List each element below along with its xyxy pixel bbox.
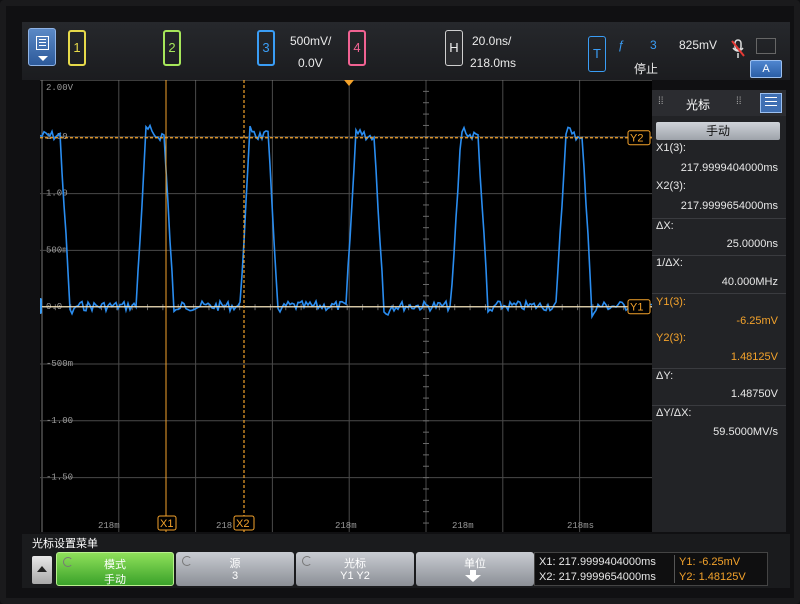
y1-label: Y1(3): <box>656 296 686 308</box>
x-axis-label: 218m <box>452 521 474 531</box>
source-softkey[interactable]: 源 3 <box>176 552 294 586</box>
channel-3-offset[interactable]: 0.0V <box>298 56 323 70</box>
cursor-panel-title: 光标 <box>686 98 711 112</box>
delta-x-value: 25.0000ns <box>726 238 778 250</box>
delta-y-value: 1.48750V <box>730 388 778 400</box>
panel-menu-button[interactable] <box>760 93 782 113</box>
source-softkey-value: 3 <box>231 570 239 582</box>
source-softkey-label: 源 <box>229 558 241 570</box>
top-toolbar: 1 2 3 500mV/ 0.0V 4 H 20.0ns/ 218.0ms T … <box>22 22 790 80</box>
waveform-display: 2.00V1.501.00500m0.0-500m-1.00-1.50218m 2… <box>40 80 652 532</box>
time-scale[interactable]: 20.0ns/ <box>472 34 511 48</box>
arrow-down-icon <box>465 570 481 582</box>
cursor-panel-header: ⁞⁞ 光标 ⁞⁞ <box>652 90 786 116</box>
x1-label: X1(3): <box>656 142 686 154</box>
drag-handle-icon[interactable]: ⁞⁞ <box>736 96 742 107</box>
cursor-y2-label: Y2 <box>630 133 643 145</box>
x2-value: 217.9999654000ms <box>680 200 778 212</box>
dy-dx-value: 59.5000MV/s <box>713 426 778 438</box>
network-icon <box>756 38 776 54</box>
chevron-down-icon <box>38 56 48 61</box>
cursor-mode-button[interactable]: 手动 <box>656 122 780 140</box>
channel-2-button[interactable]: 2 <box>163 30 181 66</box>
drag-handle-icon[interactable]: ⁞⁞ <box>658 96 664 107</box>
auto-scale-button[interactable]: A <box>750 60 782 78</box>
cursors-softkey-value: Y1 Y2 <box>340 570 370 582</box>
mode-softkey-value: 手动 <box>104 574 126 586</box>
time-delay[interactable]: 218.0ms <box>470 56 516 70</box>
readout-y2: Y2: 1.48125V <box>679 571 746 583</box>
y-axis-label: -1.00 <box>46 416 73 426</box>
readout-x1: X1: 217.9999404000ms <box>539 556 656 568</box>
microphone-muted-icon[interactable] <box>730 38 746 62</box>
y-axis-label: -1.50 <box>46 473 73 483</box>
x1-value: 217.9999404000ms <box>680 162 778 174</box>
cursor-readout: X1: 217.9999404000ms X2: 217.9999654000m… <box>534 552 768 586</box>
trigger-source: 3 <box>650 38 657 52</box>
inv-delta-x-label: 1/ΔX: <box>656 257 683 269</box>
y-axis-label: -500m <box>46 359 73 369</box>
x-axis-label: 218ms <box>567 521 594 531</box>
readout-y1: Y1: -6.25mV <box>679 556 741 568</box>
mode-softkey[interactable]: 模式 手动 <box>56 552 174 586</box>
horizontal-button[interactable]: H <box>445 30 463 66</box>
x-axis-label: 218m <box>98 521 120 531</box>
dy-dx-label: ΔY/ΔX: <box>656 407 692 419</box>
mode-softkey-label: 模式 <box>104 559 126 571</box>
cursor-x1-label: X1 <box>160 518 173 530</box>
readout-x2: X2: 217.9999654000ms <box>539 571 656 583</box>
channel-3-button[interactable]: 3 <box>257 30 275 66</box>
waveform-graticule[interactable]: 2.00V 1.50 1.00 500m 0.0 -500m -1.00 -1.50 218m 2… <box>40 80 652 532</box>
channel-3-scale[interactable]: 500mV/ <box>290 34 331 48</box>
cursor-panel: ⁞⁞ 光标 ⁞⁞ 手动 X1(3): 217.9999404000ms X2(3… <box>652 90 786 532</box>
delta-y-label: ΔY: <box>656 370 674 382</box>
inv-delta-x-value: 40.000MHz <box>721 276 778 288</box>
y2-value: 1.48125V <box>730 351 778 363</box>
softkey-menu-title: 光标设置菜单 <box>32 538 98 550</box>
channel-1-button[interactable]: 1 <box>68 30 86 66</box>
x-axis-label: 218 <box>216 521 232 531</box>
rising-edge-icon: ƒ <box>618 38 625 52</box>
menu-icon <box>36 36 49 50</box>
run-state: 停止 <box>634 62 659 76</box>
y2-label: Y2(3): <box>656 332 686 344</box>
y-axis-label: 500m <box>46 245 68 255</box>
cursors-softkey-label: 光标 <box>344 558 366 570</box>
x-axis-label: 218m <box>335 521 357 531</box>
oscilloscope-screen: 1 2 3 500mV/ 0.0V 4 H 20.0ns/ 218.0ms T … <box>0 0 800 604</box>
units-softkey[interactable]: 单位 <box>416 552 534 586</box>
y1-value: -6.25mV <box>736 315 778 327</box>
trigger-button[interactable]: T <box>588 36 606 72</box>
delta-x-label: ΔX: <box>656 220 674 232</box>
back-button[interactable] <box>32 556 52 584</box>
units-softkey-label: 单位 <box>464 558 486 570</box>
channel-3-ground-marker <box>40 298 42 314</box>
channel-4-button[interactable]: 4 <box>348 30 366 66</box>
y-axis-label: 2.00V <box>46 83 74 93</box>
main-menu-button[interactable] <box>28 28 56 66</box>
cursor-x2-label: X2 <box>236 518 249 530</box>
cursors-softkey[interactable]: 光标 Y1 Y2 <box>296 552 414 586</box>
trigger-level[interactable]: 825mV <box>679 38 717 52</box>
cursor-y1-label: Y1 <box>630 302 643 314</box>
softkey-bar: 光标设置菜单 模式 手动 源 3 光标 Y1 Y2 单位 X1: 217.999… <box>22 534 790 588</box>
y-axis-label: 1.00 <box>46 189 68 199</box>
x2-label: X2(3): <box>656 180 686 192</box>
